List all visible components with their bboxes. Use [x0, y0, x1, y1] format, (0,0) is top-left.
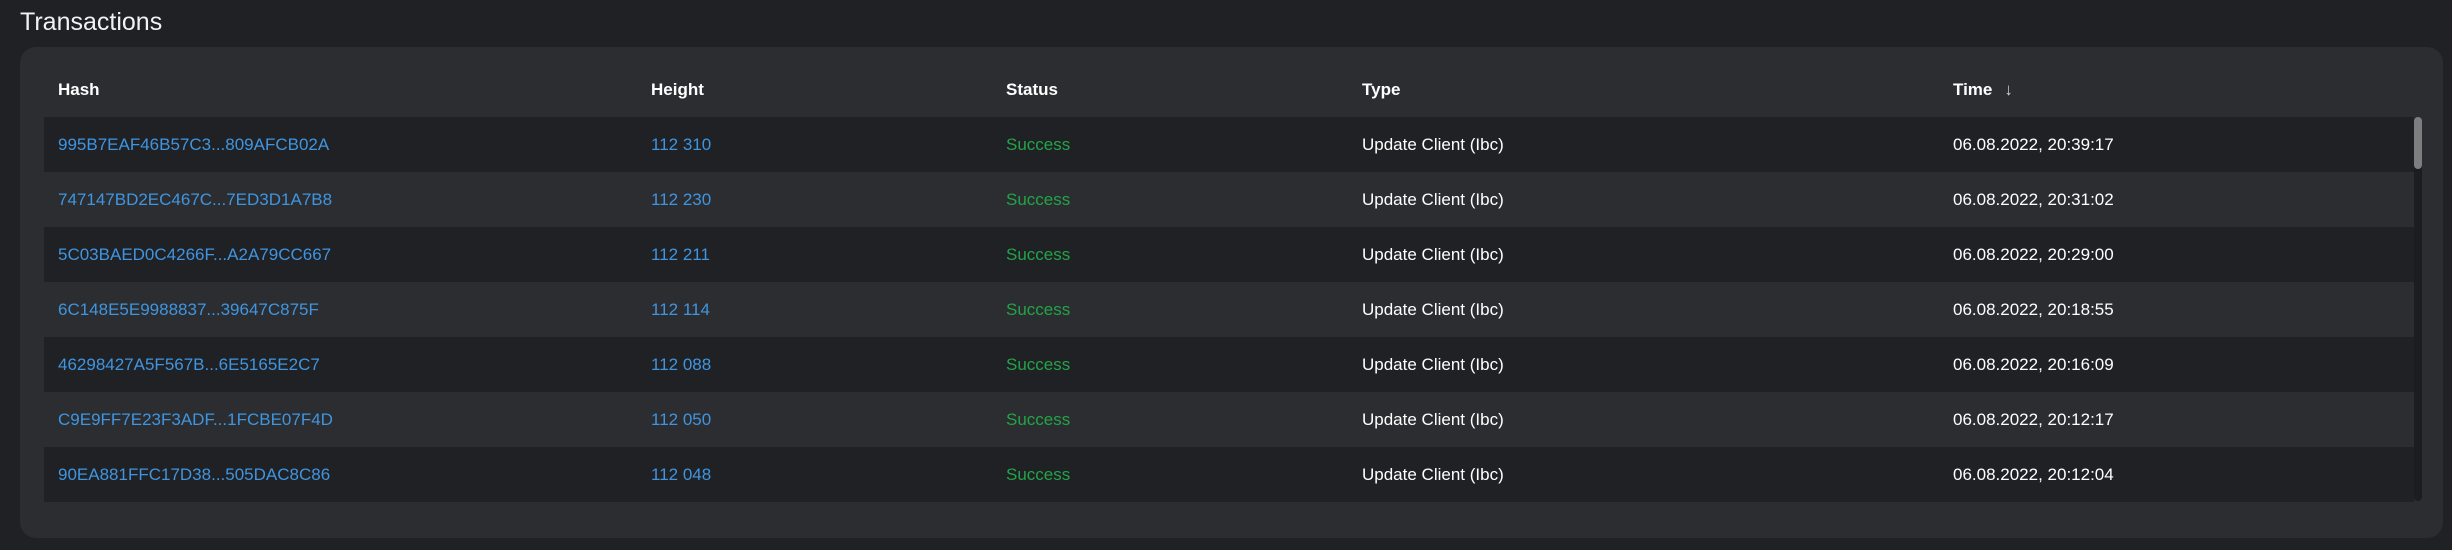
hash-link[interactable]: 6C148E5E9988837...39647C875F [58, 282, 319, 337]
hash-link[interactable]: 46298427A5F567B...6E5165E2C7 [58, 337, 320, 392]
type-text: Update Client (Ibc) [1362, 355, 1504, 374]
arrow-down-icon[interactable]: ↓ [2004, 80, 2013, 99]
time-text: 06.08.2022, 20:31:02 [1953, 190, 2114, 209]
table-row: 747147BD2EC467C...7ED3D1A7B8 112 230 Succe… [44, 172, 2414, 227]
type-text: Update Client (Ibc) [1362, 245, 1504, 264]
height-link[interactable]: 112 310 [651, 117, 711, 172]
table-header: Hash Height Status Type Time ↓ [44, 62, 2414, 117]
column-header-type[interactable]: Type [1362, 62, 1400, 117]
scrollbar-thumb[interactable] [2414, 117, 2422, 169]
table-row: 90EA881FFC17D38...505DAC8C86 112 048 Succe… [44, 447, 2414, 502]
column-header-status[interactable]: Status [1006, 62, 1058, 117]
status-text: Success [1006, 355, 1071, 374]
table-row: 5C03BAED0C4266F...A2A79CC667 112 211 Succe… [44, 227, 2414, 282]
time-text: 06.08.2022, 20:39:17 [1953, 135, 2114, 154]
status-text: Success [1006, 465, 1071, 484]
hash-link[interactable]: C9E9FF7E23F3ADF...1FCBE07F4D [58, 392, 333, 447]
time-text: 06.08.2022, 20:16:09 [1953, 355, 2114, 374]
time-text: 06.08.2022, 20:29:00 [1953, 245, 2114, 264]
status-text: Success [1006, 190, 1071, 209]
hash-link[interactable]: 90EA881FFC17D38...505DAC8C86 [58, 447, 330, 502]
time-text: 06.08.2022, 20:12:17 [1953, 410, 2114, 429]
type-text: Update Client (Ibc) [1362, 300, 1504, 319]
status-text: Success [1006, 245, 1071, 264]
height-link[interactable]: 112 114 [651, 282, 710, 337]
status-text: Success [1006, 410, 1071, 429]
hash-link[interactable]: 995B7EAF46B57C3...809AFCB02A [58, 117, 329, 172]
scrollbar[interactable] [2414, 117, 2422, 501]
hash-link[interactable]: 747147BD2EC467C...7ED3D1A7B8 [58, 172, 332, 227]
type-text: Update Client (Ibc) [1362, 465, 1504, 484]
type-text: Update Client (Ibc) [1362, 410, 1504, 429]
section-title: Transactions [20, 8, 163, 36]
transactions-card: Hash Height Status Type Time ↓ 995B7EAF46… [20, 47, 2443, 538]
time-text: 06.08.2022, 20:18:55 [1953, 300, 2114, 319]
column-header-time-label: Time [1953, 80, 1993, 99]
column-header-height[interactable]: Height [651, 62, 704, 117]
hash-link[interactable]: 5C03BAED0C4266F...A2A79CC667 [58, 227, 331, 282]
height-link[interactable]: 112 050 [651, 392, 711, 447]
height-link[interactable]: 112 211 [651, 227, 710, 282]
height-link[interactable]: 112 048 [651, 447, 711, 502]
height-link[interactable]: 112 088 [651, 337, 711, 392]
type-text: Update Client (Ibc) [1362, 190, 1504, 209]
transactions-table: Hash Height Status Type Time ↓ 995B7EAF46… [44, 62, 2414, 502]
time-text: 06.08.2022, 20:12:04 [1953, 465, 2114, 484]
height-link[interactable]: 112 230 [651, 172, 711, 227]
table-row: 46298427A5F567B...6E5165E2C7 112 088 Succe… [44, 337, 2414, 392]
table-row: 995B7EAF46B57C3...809AFCB02A 112 310 Succe… [44, 117, 2414, 172]
type-text: Update Client (Ibc) [1362, 135, 1504, 154]
table-row: C9E9FF7E23F3ADF...1FCBE07F4D 112 050 Succe… [44, 392, 2414, 447]
column-header-time[interactable]: Time ↓ [1953, 62, 2013, 117]
table-row: 6C148E5E9988837...39647C875F 112 114 Succe… [44, 282, 2414, 337]
status-text: Success [1006, 300, 1071, 319]
column-header-hash[interactable]: Hash [58, 62, 100, 117]
status-text: Success [1006, 135, 1071, 154]
